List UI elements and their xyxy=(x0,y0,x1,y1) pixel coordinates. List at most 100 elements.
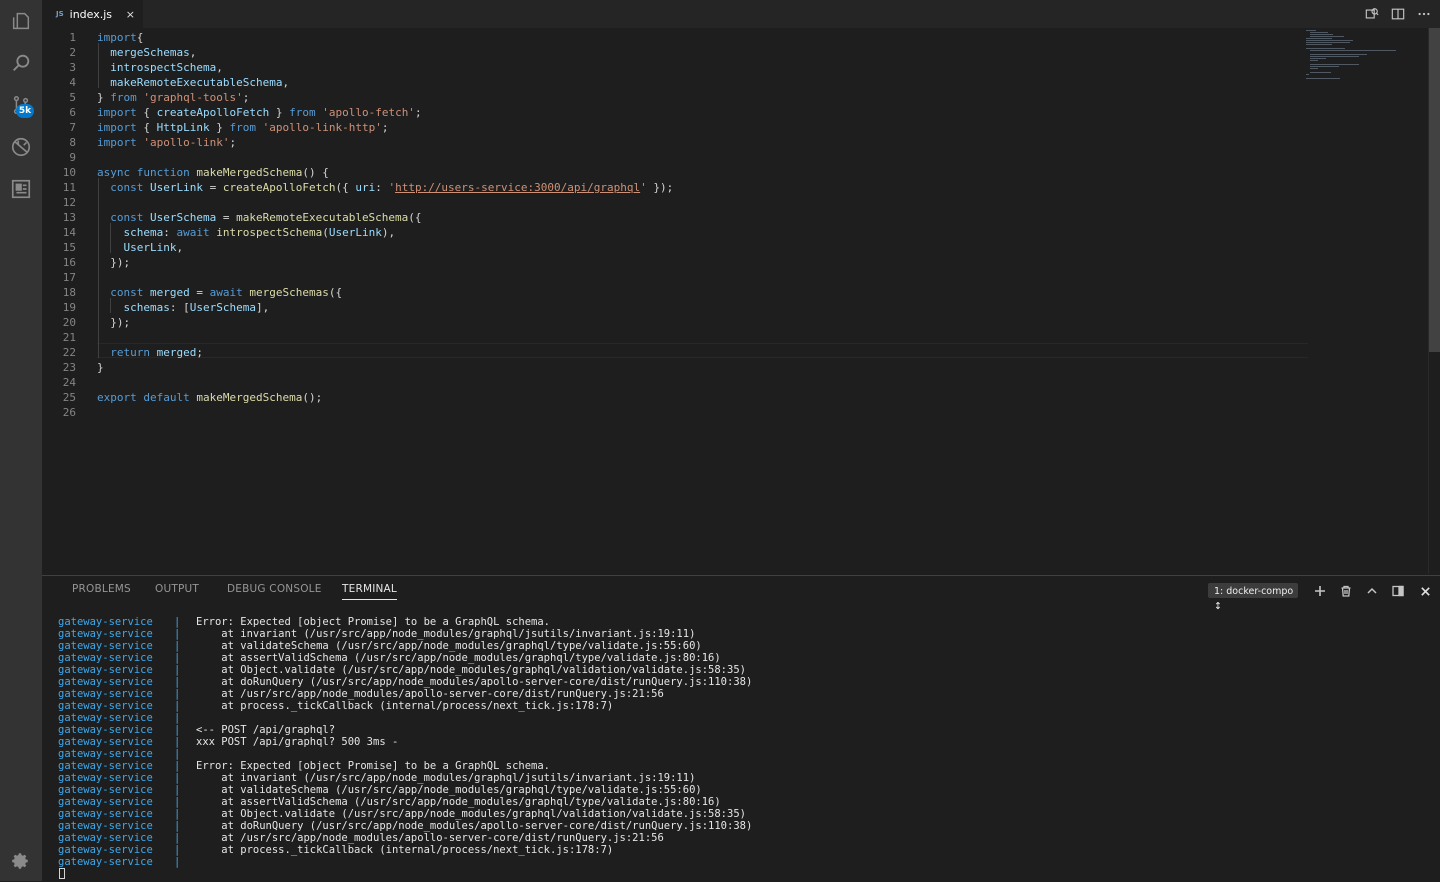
code-token: { xyxy=(136,106,157,119)
search-icon[interactable] xyxy=(9,51,33,75)
service-label: gateway-service xyxy=(58,820,153,832)
code-token: UserSchema xyxy=(150,211,217,224)
code-line[interactable]: 2 mergeSchemas, xyxy=(42,45,1308,60)
code-token: } xyxy=(269,106,290,119)
code-line[interactable]: 4 makeRemoteExecutableSchema, xyxy=(42,75,1308,90)
tab-debug-console[interactable]: DEBUG CONSOLE xyxy=(227,583,322,595)
code-line[interactable]: 12 xyxy=(42,195,1308,210)
code-line[interactable]: 1 import{ xyxy=(42,30,1308,45)
service-separator: | xyxy=(174,796,181,808)
terminal-line: gateway-service | xyxy=(58,856,196,868)
code-line[interactable]: 16 }); xyxy=(42,255,1308,270)
code-line[interactable]: 3 introspectSchema, xyxy=(42,60,1308,75)
scrollbar-thumb[interactable] xyxy=(1429,28,1440,352)
editor-scrollbar[interactable] xyxy=(1428,28,1440,574)
terminal-line: gateway-service | at invariant (/usr/src/… xyxy=(58,628,695,640)
explorer-icon[interactable] xyxy=(9,9,33,33)
code-line[interactable]: 14 schema: await introspectSchema(UserLi… xyxy=(42,225,1308,240)
more-actions-icon[interactable] xyxy=(1414,4,1434,24)
code-line[interactable]: 10 async function makeMergedSchema() { xyxy=(42,165,1308,180)
code-line[interactable]: 6 import { createApolloFetch } from 'apol… xyxy=(42,105,1308,120)
code-text: const UserSchema = makeRemoteExecutableS… xyxy=(97,210,421,225)
code-line[interactable]: 22 return merged; xyxy=(42,345,1308,360)
code-line[interactable]: 26 xyxy=(42,405,1308,420)
code-text: mergeSchemas, xyxy=(97,45,196,60)
code-line[interactable]: 24 xyxy=(42,375,1308,390)
activity-bar: 5k xyxy=(0,0,42,881)
code-line[interactable]: 5} from 'graphql-tools'; xyxy=(42,90,1308,105)
code-token: ' xyxy=(640,181,647,194)
log-message: Error: Expected [object Promise] to be a… xyxy=(196,760,551,772)
code-line[interactable]: 18 const merged = await mergeSchemas({ xyxy=(42,285,1308,300)
code-line[interactable]: 19 schemas: [UserSchema], xyxy=(42,300,1308,315)
debug-icon[interactable] xyxy=(9,135,33,159)
line-number: 15 xyxy=(62,241,76,254)
terminal-line: gateway-service | xyxy=(58,712,196,724)
code-line[interactable]: 23} xyxy=(42,360,1308,375)
code-token: const xyxy=(110,211,144,224)
tab-terminal[interactable]: TERMINAL xyxy=(342,583,397,600)
code-line[interactable]: 7 import { HttpLink } from 'apollo-link-h… xyxy=(42,120,1308,135)
code-line[interactable]: 11 const UserLink = createApolloFetch({ … xyxy=(42,180,1308,195)
code-line[interactable]: 15 UserLink, xyxy=(42,240,1308,255)
code-line[interactable]: 17 xyxy=(42,270,1308,285)
tab-output[interactable]: OUTPUT xyxy=(155,583,199,595)
code-line[interactable]: 21 xyxy=(42,330,1308,345)
close-panel-icon[interactable] xyxy=(1416,582,1434,600)
code-text: import { createApolloFetch } from 'apoll… xyxy=(97,105,422,120)
new-terminal-icon[interactable] xyxy=(1311,582,1329,600)
minimap[interactable] xyxy=(1306,28,1424,88)
service-separator: | xyxy=(174,772,181,784)
close-icon[interactable]: × xyxy=(126,8,135,21)
minimap-line xyxy=(1310,36,1344,37)
code-editor[interactable]: 1 import{2 mergeSchemas, 3 introspectSchem… xyxy=(42,28,1440,574)
line-number: 21 xyxy=(62,331,76,344)
tab-index-js[interactable]: JS index.js × xyxy=(42,0,143,28)
minimap-line xyxy=(1306,44,1332,45)
code-line[interactable]: 8 import 'apollo-link'; xyxy=(42,135,1308,150)
code-line[interactable]: 20 }); xyxy=(42,315,1308,330)
log-message: <-- POST /api/graphql? xyxy=(196,724,336,736)
toggle-panel-position-icon[interactable] xyxy=(1389,582,1407,600)
split-editor-icon[interactable] xyxy=(1388,4,1408,24)
code-token: (); xyxy=(302,391,323,404)
code-token: createApolloFetch xyxy=(222,181,336,194)
minimap-line xyxy=(1306,48,1345,49)
code-token: UserSchema xyxy=(189,301,256,314)
code-line[interactable]: 25 export default makeMergedSchema(); xyxy=(42,390,1308,405)
terminal-select[interactable]: 1: docker-compo ↕ xyxy=(1208,583,1298,612)
chevron-up-icon[interactable] xyxy=(1363,582,1381,600)
service-label: gateway-service xyxy=(58,640,153,652)
code-token: schema xyxy=(123,226,164,239)
terminal-line: gateway-service | at process._tickCallbac… xyxy=(58,844,613,856)
line-number: 10 xyxy=(62,166,76,179)
log-message: at doRunQuery (/usr/src/app/node_modules… xyxy=(196,820,753,832)
code-token: = xyxy=(202,181,223,194)
code-text: } from 'graphql-tools'; xyxy=(97,90,249,105)
log-message: at Object.validate (/usr/src/app/node_mo… xyxy=(196,664,746,676)
log-message: at process._tickCallback (internal/proce… xyxy=(196,700,614,712)
code-token: export xyxy=(97,391,137,404)
service-separator: | xyxy=(174,856,181,868)
service-separator: | xyxy=(174,724,181,736)
service-separator: | xyxy=(174,700,181,712)
code-line[interactable]: 13 const UserSchema = makeRemoteExecutab… xyxy=(42,210,1308,225)
code-token: mergeSchemas xyxy=(110,46,190,59)
minimap-line xyxy=(1310,56,1360,57)
code-token: } xyxy=(97,361,104,374)
open-changes-icon[interactable] xyxy=(1362,4,1382,24)
line-number: 4 xyxy=(69,76,76,89)
code-token[interactable]: http://users-service:3000/api/graphql xyxy=(395,181,640,194)
log-message: at assertValidSchema (/usr/src/app/node_… xyxy=(196,652,721,664)
log-message: at process._tickCallback (internal/proce… xyxy=(196,844,614,856)
trash-icon[interactable] xyxy=(1337,582,1355,600)
code-text: introspectSchema, xyxy=(97,60,223,75)
tab-problems[interactable]: PROBLEMS xyxy=(72,583,131,595)
code-line[interactable]: 9 xyxy=(42,150,1308,165)
gear-icon[interactable] xyxy=(9,849,33,873)
minimap-line xyxy=(1310,68,1318,69)
log-message: at /usr/src/app/node_modules/apollo-serv… xyxy=(196,832,664,844)
source-control-badge: 5k xyxy=(16,104,34,118)
extensions-icon[interactable] xyxy=(9,177,33,201)
